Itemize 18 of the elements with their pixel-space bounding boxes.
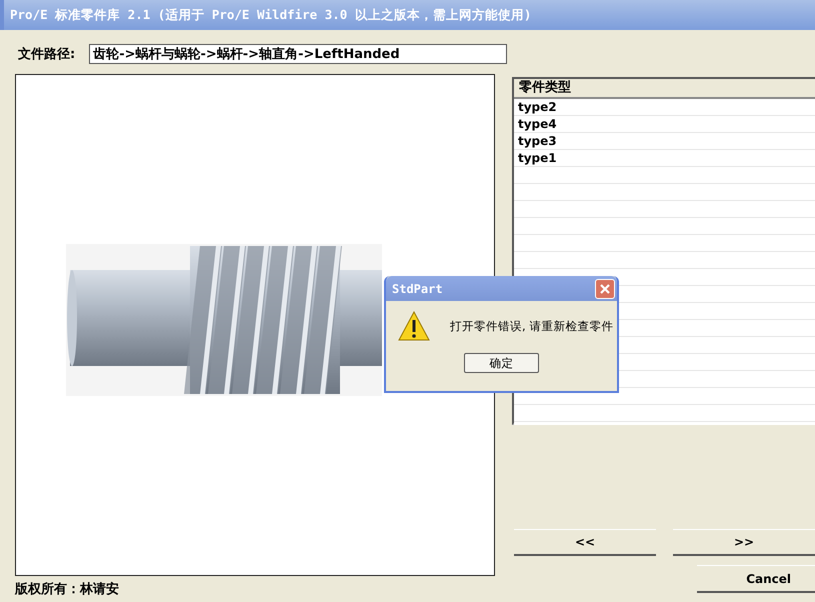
list-item[interactable]: type1 [514, 150, 815, 167]
list-item[interactable]: type3 [514, 133, 815, 150]
ok-button[interactable]: 确定 [464, 353, 539, 373]
dialog-title: StdPart [392, 282, 443, 296]
warning-icon [398, 311, 430, 341]
close-icon [599, 282, 611, 294]
cancel-button[interactable]: Cancel [697, 565, 815, 593]
list-item[interactable]: type4 [514, 116, 815, 133]
next-button[interactable]: >> [673, 529, 815, 556]
close-button[interactable] [595, 278, 615, 298]
dialog-message: 打开零件错误, 请重新检查零件 [450, 318, 614, 334]
path-label: 文件路径: [18, 46, 76, 63]
path-field[interactable]: 齿轮->蜗杆与蜗轮->蜗杆->轴直角->LeftHanded [89, 44, 508, 64]
window-title: Pro/E 标准零件库 2.1 (适用于 Pro/E Wildfire 3.0 以上之版本，需上网方能使用) [10, 6, 532, 24]
previous-button[interactable]: << [514, 529, 656, 556]
copyright-text: 版权所有：林请安 [15, 580, 120, 598]
column-header: 零件类型 [514, 79, 815, 99]
list-item[interactable]: type2 [514, 99, 815, 116]
